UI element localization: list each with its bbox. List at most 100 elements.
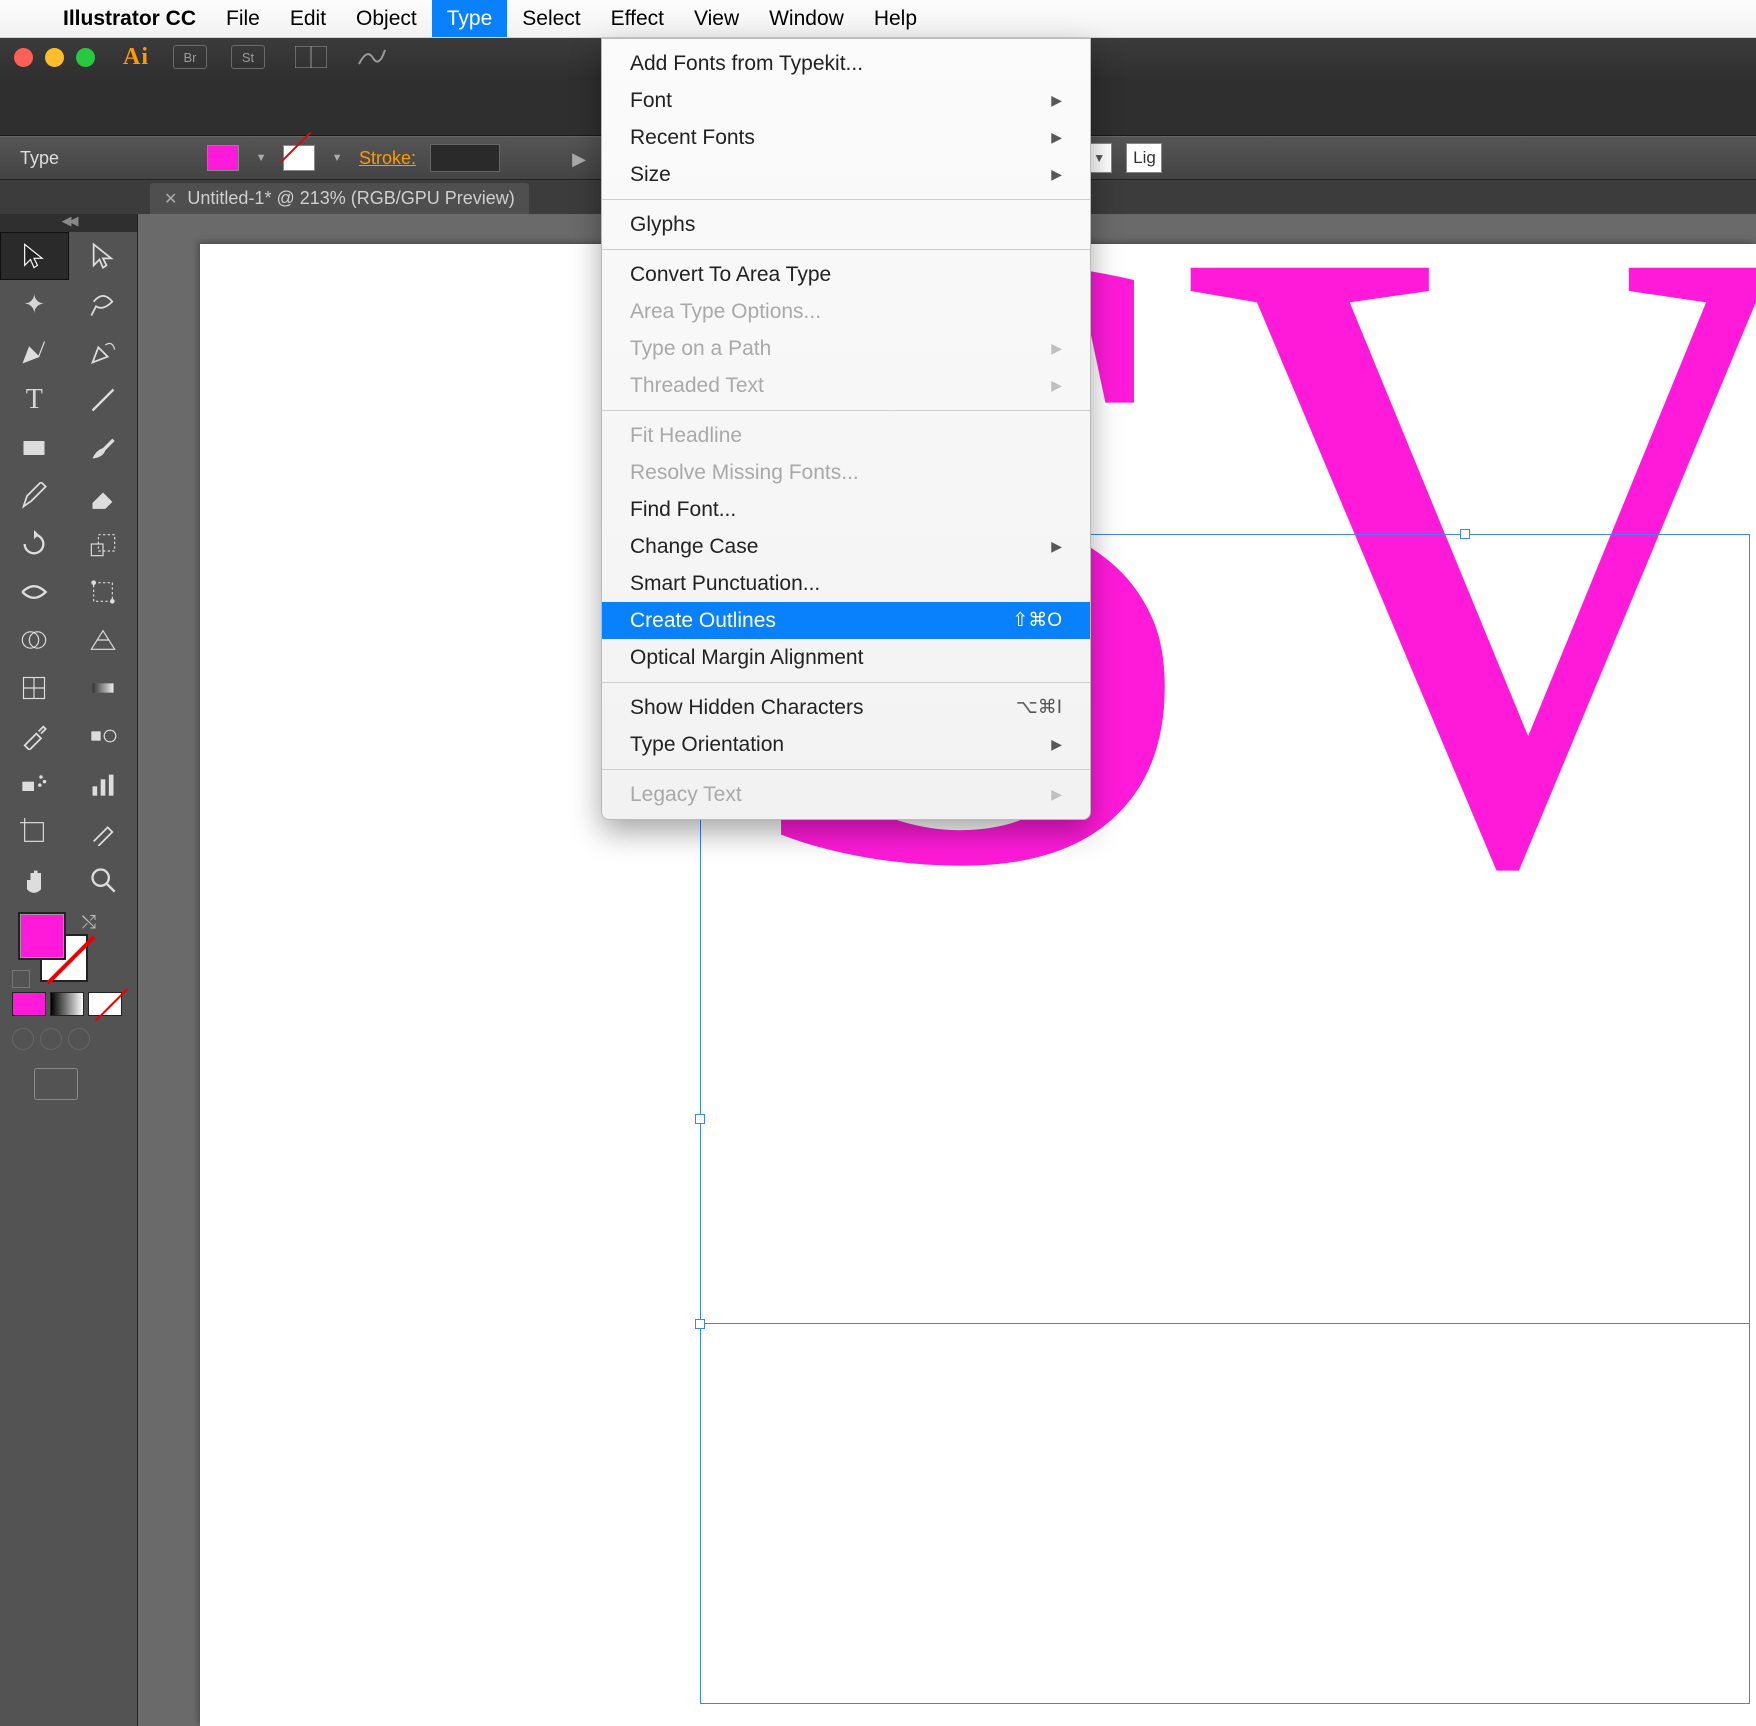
- graph-tool[interactable]: [69, 760, 138, 808]
- magic-wand-tool[interactable]: ✦: [0, 280, 69, 328]
- submenu-arrow-icon: ▶: [1051, 786, 1062, 803]
- menu-item-size[interactable]: Size▶: [602, 156, 1090, 193]
- menu-item-label: Legacy Text: [630, 783, 742, 807]
- menu-item-smart-punctuation[interactable]: Smart Punctuation...: [602, 565, 1090, 602]
- stock-icon[interactable]: St: [231, 45, 265, 69]
- screen-mode-icon[interactable]: [34, 1068, 78, 1100]
- artboard-tool[interactable]: [0, 808, 69, 856]
- menu-item-label: Resolve Missing Fonts...: [630, 461, 859, 485]
- menu-item-font[interactable]: Font▶: [602, 82, 1090, 119]
- line-tool[interactable]: [69, 376, 138, 424]
- close-window-icon[interactable]: [14, 48, 33, 67]
- menu-item-label: Font: [630, 89, 672, 113]
- menubar-app-name[interactable]: Illustrator CC: [48, 0, 211, 37]
- selection-handle[interactable]: [1460, 529, 1470, 539]
- menu-item-shortcut: ⇧⌘O: [1012, 609, 1062, 632]
- panel-collapse-icon[interactable]: [0, 214, 137, 232]
- menu-separator: [602, 682, 1090, 683]
- free-transform-tool[interactable]: [69, 568, 138, 616]
- perspective-tool[interactable]: [69, 616, 138, 664]
- draw-behind-icon[interactable]: [40, 1028, 62, 1050]
- menubar-view[interactable]: View: [679, 0, 754, 37]
- mesh-tool[interactable]: [0, 664, 69, 712]
- menu-item-type-orientation[interactable]: Type Orientation▶: [602, 726, 1090, 763]
- eyedropper-tool[interactable]: [0, 712, 69, 760]
- fill-stroke-indicator[interactable]: ⤭: [18, 912, 88, 982]
- pencil-tool[interactable]: [0, 472, 69, 520]
- menubar-object[interactable]: Object: [341, 0, 432, 37]
- curvature-tool[interactable]: [69, 328, 138, 376]
- menu-item-area-type-options: Area Type Options...: [602, 293, 1090, 330]
- swap-fill-stroke-icon[interactable]: ⤭: [82, 912, 96, 933]
- slice-tool[interactable]: [69, 808, 138, 856]
- menu-item-recent-fonts[interactable]: Recent Fonts▶: [602, 119, 1090, 156]
- menubar-file[interactable]: File: [211, 0, 275, 37]
- eraser-tool[interactable]: [69, 472, 138, 520]
- menu-item-label: Convert To Area Type: [630, 263, 831, 287]
- menu-item-label: Show Hidden Characters: [630, 696, 863, 720]
- close-tab-icon[interactable]: ✕: [164, 189, 177, 209]
- stroke-weight-input[interactable]: [430, 144, 500, 172]
- direct-selection-tool[interactable]: [69, 232, 138, 280]
- menu-item-label: Area Type Options...: [630, 300, 821, 324]
- nav-arrow-icon[interactable]: ▶: [572, 149, 590, 167]
- width-tool[interactable]: [0, 568, 69, 616]
- default-fill-stroke-icon[interactable]: [12, 970, 30, 988]
- menu-item-convert-to-area-type[interactable]: Convert To Area Type: [602, 256, 1090, 293]
- fill-indicator[interactable]: [18, 912, 66, 960]
- draw-normal-icon[interactable]: [12, 1028, 34, 1050]
- bridge-icon[interactable]: Br: [173, 45, 207, 69]
- zoom-window-icon[interactable]: [76, 48, 95, 67]
- menu-item-label: Optical Margin Alignment: [630, 646, 863, 670]
- menu-item-label: Type on a Path: [630, 337, 771, 361]
- menubar-effect[interactable]: Effect: [596, 0, 679, 37]
- menu-item-resolve-missing-fonts: Resolve Missing Fonts...: [602, 454, 1090, 491]
- menu-item-add-fonts-from-typekit[interactable]: Add Fonts from Typekit...: [602, 45, 1090, 82]
- menu-item-change-case[interactable]: Change Case▶: [602, 528, 1090, 565]
- scale-tool[interactable]: [69, 520, 138, 568]
- selection-handle[interactable]: [695, 1319, 705, 1329]
- draw-inside-icon[interactable]: [68, 1028, 90, 1050]
- color-mode-solid[interactable]: [12, 992, 46, 1016]
- menubar-help[interactable]: Help: [859, 0, 932, 37]
- symbol-sprayer-tool[interactable]: [0, 760, 69, 808]
- lasso-tool[interactable]: [69, 280, 138, 328]
- menubar-type[interactable]: Type: [432, 0, 508, 37]
- menu-item-label: Add Fonts from Typekit...: [630, 52, 863, 76]
- stroke-label[interactable]: Stroke:: [359, 148, 416, 169]
- rectangle-tool[interactable]: [0, 424, 69, 472]
- selection-handle[interactable]: [695, 1114, 705, 1124]
- menu-item-legacy-text: Legacy Text ▶: [602, 776, 1090, 813]
- rotate-tool[interactable]: [0, 520, 69, 568]
- gradient-tool[interactable]: [69, 664, 138, 712]
- submenu-arrow-icon: ▶: [1051, 166, 1062, 183]
- selection-tool[interactable]: [0, 232, 69, 280]
- menu-item-create-outlines[interactable]: Create Outlines⇧⌘O: [602, 602, 1090, 639]
- blend-tool[interactable]: [69, 712, 138, 760]
- pen-tool[interactable]: [0, 328, 69, 376]
- minimize-window-icon[interactable]: [45, 48, 64, 67]
- color-mode-gradient[interactable]: [50, 992, 84, 1016]
- fill-color-swatch[interactable]: [207, 145, 239, 171]
- menu-item-optical-margin-alignment[interactable]: Optical Margin Alignment: [602, 639, 1090, 676]
- menubar-select[interactable]: Select: [507, 0, 595, 37]
- menu-item-find-font[interactable]: Find Font...: [602, 491, 1090, 528]
- stroke-dropdown-icon[interactable]: ▼: [329, 150, 345, 166]
- menubar-edit[interactable]: Edit: [275, 0, 341, 37]
- paintbrush-tool[interactable]: [69, 424, 138, 472]
- fill-dropdown-icon[interactable]: ▼: [253, 150, 269, 166]
- menu-item-show-hidden-characters[interactable]: Show Hidden Characters⌥⌘I: [602, 689, 1090, 726]
- menu-item-label: Smart Punctuation...: [630, 572, 820, 596]
- color-mode-row: [12, 992, 125, 1016]
- hand-tool[interactable]: [0, 856, 69, 904]
- document-tab[interactable]: ✕ Untitled-1* @ 213% (RGB/GPU Preview): [150, 183, 529, 214]
- gpu-icon[interactable]: [357, 46, 387, 68]
- stroke-color-swatch[interactable]: [283, 145, 315, 171]
- menu-item-glyphs[interactable]: Glyphs: [602, 206, 1090, 243]
- shape-builder-tool[interactable]: [0, 616, 69, 664]
- type-tool[interactable]: T: [0, 376, 69, 424]
- zoom-tool[interactable]: [69, 856, 138, 904]
- color-mode-none[interactable]: [88, 992, 122, 1016]
- menubar-window[interactable]: Window: [754, 0, 859, 37]
- arrange-documents-icon[interactable]: [295, 46, 327, 68]
